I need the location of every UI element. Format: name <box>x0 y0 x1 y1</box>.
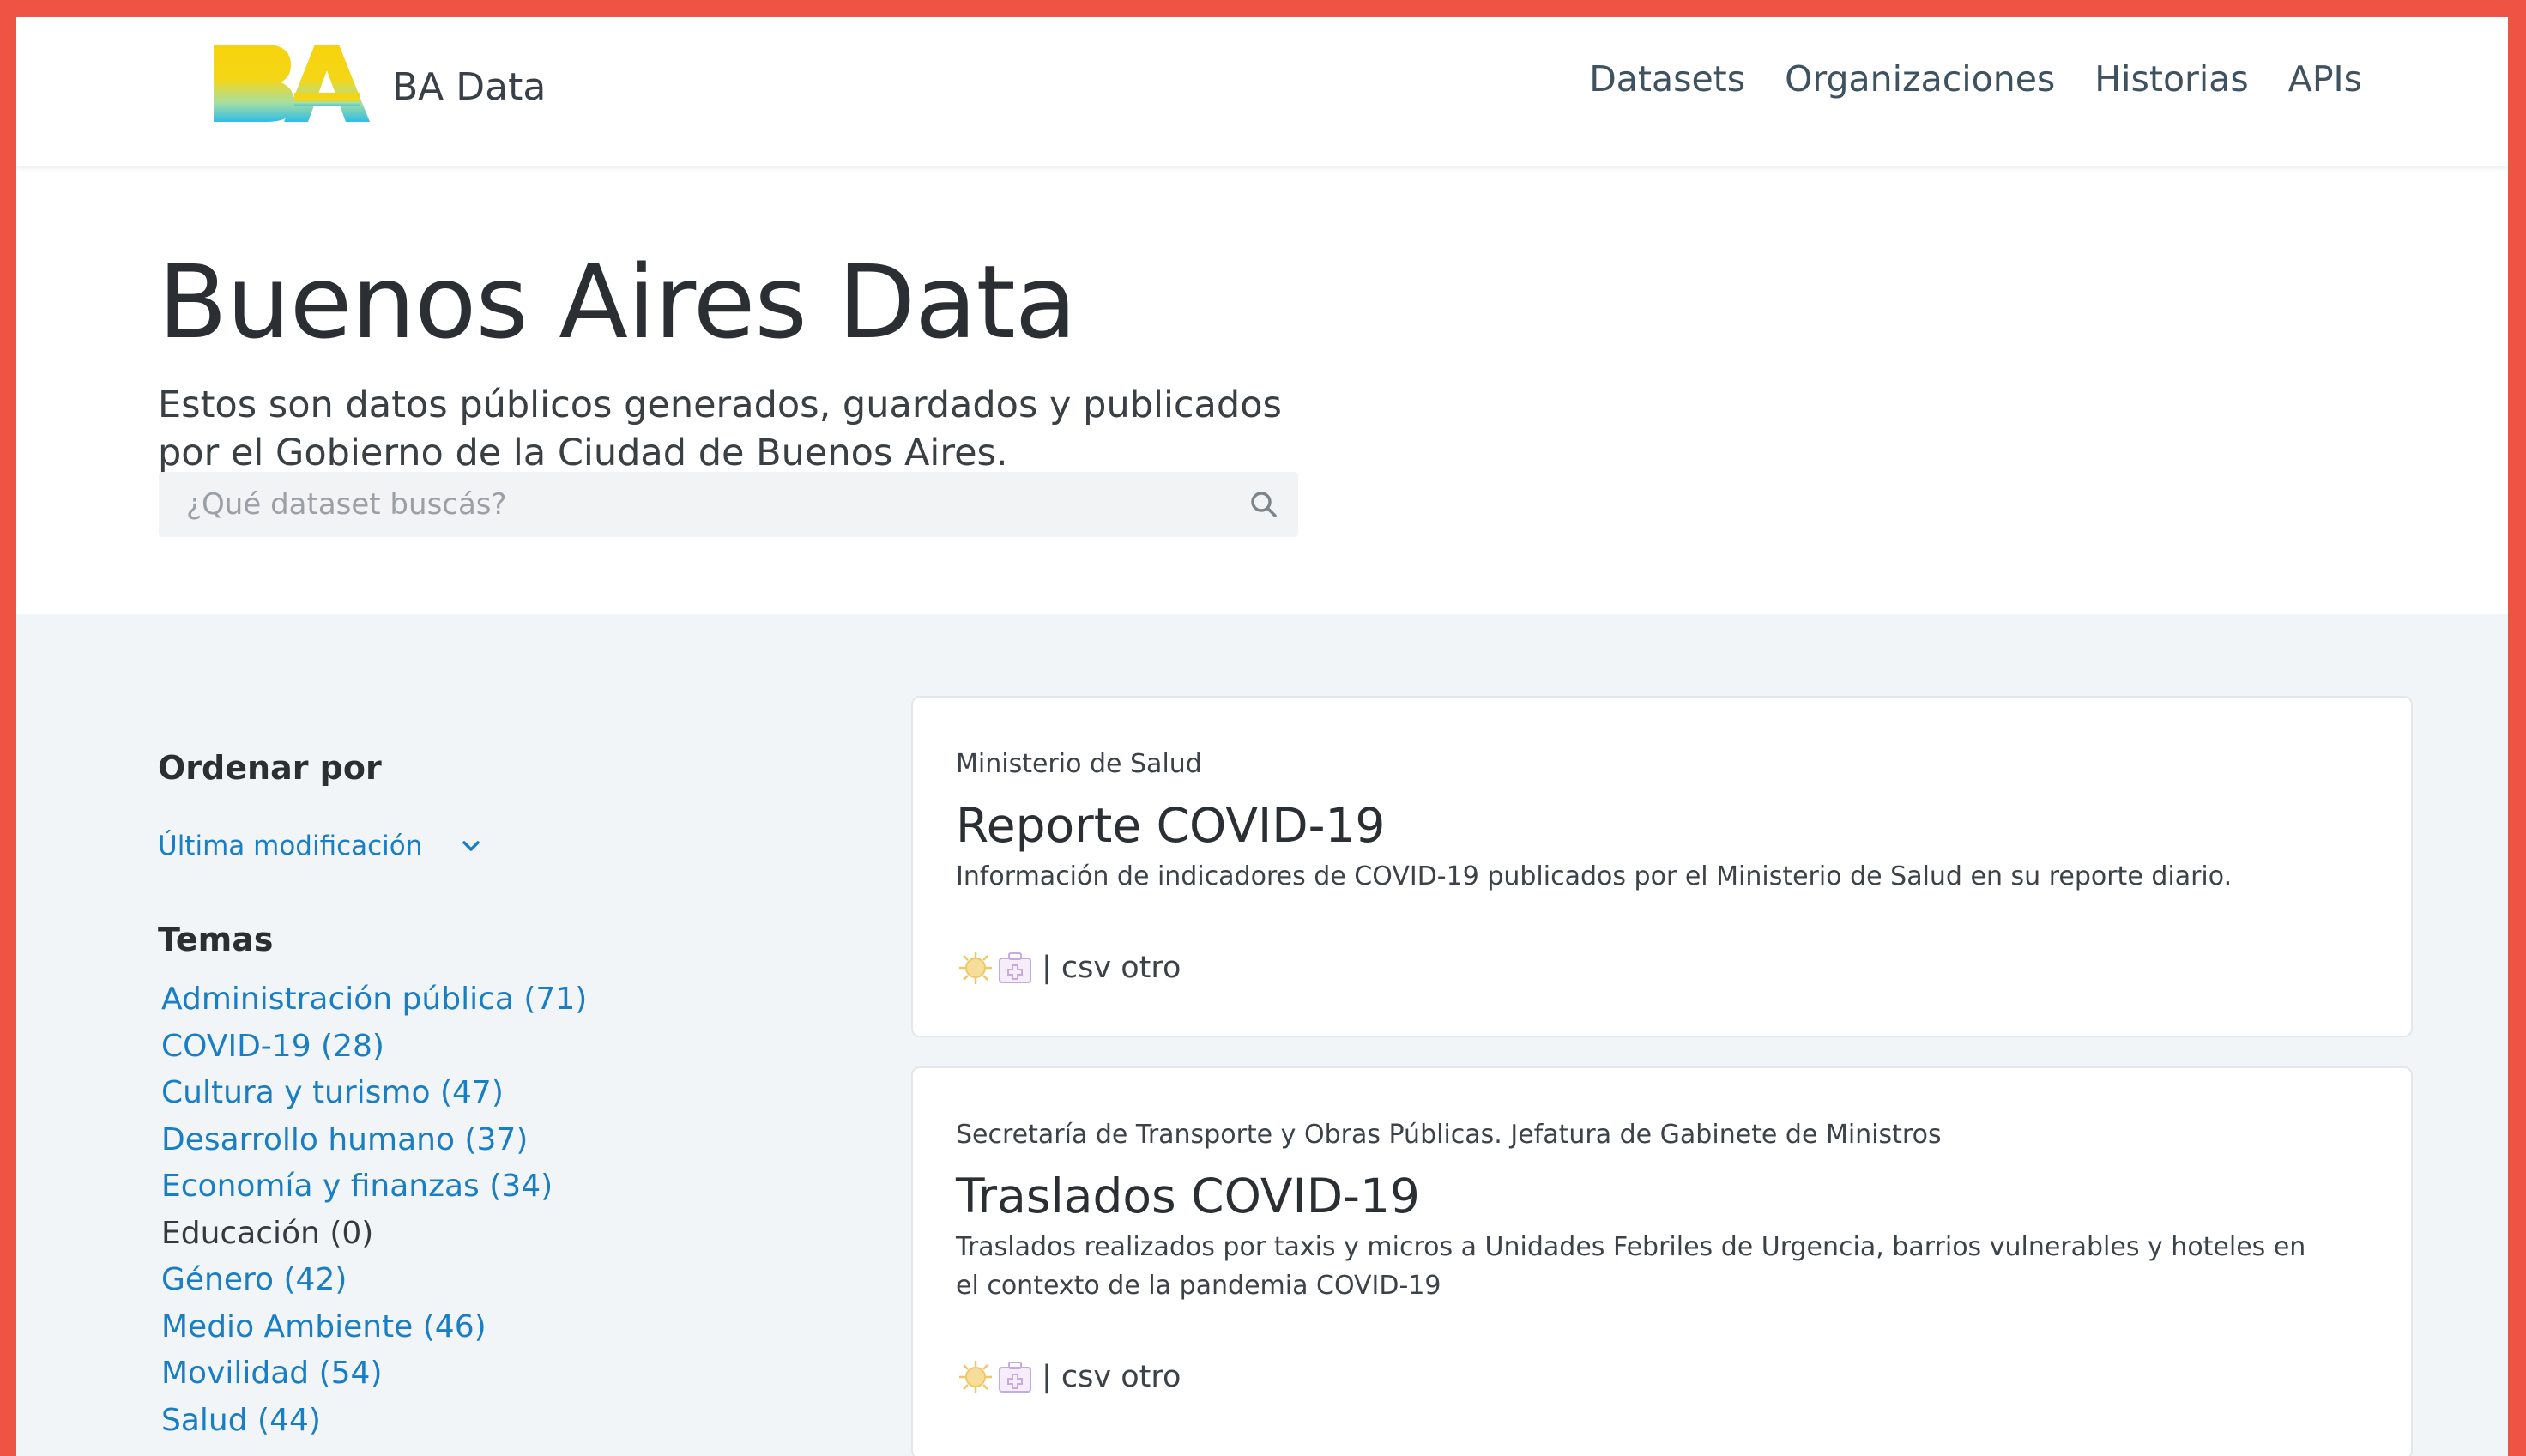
brand-name[interactable]: BA Data <box>392 62 546 113</box>
tema-item: COVID-19 (28) <box>158 1024 810 1071</box>
medical-kit-icon <box>999 952 1031 983</box>
navbar: BA Data Datasets Organizaciones Historia… <box>16 17 2508 166</box>
tema-educacion: Educación (0) <box>161 1215 374 1251</box>
sort-title: Ordenar por <box>158 749 382 787</box>
medical-kit-icon <box>999 1362 1031 1393</box>
tema-link-covid[interactable]: COVID-19 (28) <box>161 1029 384 1064</box>
nav-historias[interactable]: Historias <box>2094 53 2248 105</box>
tema-link-administracion[interactable]: Administración pública (71) <box>161 982 587 1017</box>
dataset-card[interactable]: Secretaría de Transporte y Obras Pública… <box>911 1066 2413 1456</box>
tema-item: Salud (44) <box>158 1398 810 1445</box>
tema-link-cultura[interactable]: Cultura y turismo (47) <box>161 1075 504 1110</box>
search-icon[interactable] <box>1247 487 1281 522</box>
temas-title: Temas <box>158 921 274 958</box>
virus-icon <box>959 1361 992 1393</box>
search-box <box>159 472 1298 537</box>
ba-logo-icon[interactable] <box>212 39 370 127</box>
tema-item: Administración pública (71) <box>158 976 810 1024</box>
dataset-organization: Secretaría de Transporte y Obras Pública… <box>956 1120 1942 1150</box>
tema-item: Medio Ambiente (46) <box>158 1304 810 1351</box>
sort-dropdown[interactable]: Última modificación <box>158 827 810 865</box>
chevron-down-icon <box>462 841 480 851</box>
dataset-description: Traslados realizados por taxis y micros … <box>956 1232 2306 1301</box>
dataset-title[interactable]: Reporte COVID-19 <box>956 795 1385 855</box>
dataset-title[interactable]: Traslados COVID-19 <box>956 1166 1420 1226</box>
virus-icon <box>959 952 992 984</box>
nav-organizaciones[interactable]: Organizaciones <box>1785 53 2055 105</box>
dataset-formats: | csv otro <box>956 1356 1181 1399</box>
tema-link-salud[interactable]: Salud (44) <box>161 1403 321 1438</box>
browser-frame: BA Data Datasets Organizaciones Historia… <box>16 17 2508 1456</box>
search-input[interactable] <box>159 472 1298 537</box>
tema-link-economia[interactable]: Economía y finanzas (34) <box>161 1169 553 1204</box>
dataset-organization: Ministerio de Salud <box>956 749 1202 779</box>
topic-icons <box>956 1357 1035 1397</box>
tema-item: Género (42) <box>158 1257 810 1304</box>
tema-link-genero[interactable]: Género (42) <box>161 1262 347 1297</box>
tema-link-desarrollo[interactable]: Desarrollo humano (37) <box>161 1122 528 1157</box>
nav-apis[interactable]: APIs <box>2288 53 2362 105</box>
tema-item: Cultura y turismo (47) <box>158 1070 810 1117</box>
temas-list: Administración pública (71) COVID-19 (28… <box>158 976 810 1444</box>
tema-link-medio-ambiente[interactable]: Medio Ambiente (46) <box>161 1309 486 1344</box>
page-subtitle: Estos son datos públicos generados, guar… <box>158 384 1282 474</box>
dataset-description: Información de indicadores de COVID-19 p… <box>956 861 2233 891</box>
hero: Buenos Aires Data Estos son datos públic… <box>16 166 2508 614</box>
nav-datasets[interactable]: Datasets <box>1589 53 1745 105</box>
tema-item: Educación (0) <box>158 1211 810 1258</box>
sort-selected-value: Última modificación <box>158 831 423 861</box>
tema-item: Economía y finanzas (34) <box>158 1163 810 1211</box>
dataset-formats: | csv otro <box>956 946 1181 989</box>
format-list: | csv otro <box>1042 1360 1181 1394</box>
topic-icons <box>956 948 1035 988</box>
tema-item: Movilidad (54) <box>158 1350 810 1398</box>
sidebar-filters: Ordenar por Última modificación Temas Ad… <box>158 746 810 1444</box>
tema-item: Desarrollo humano (37) <box>158 1117 810 1164</box>
format-list: | csv otro <box>1042 951 1181 985</box>
tema-link-movilidad[interactable]: Movilidad (54) <box>161 1356 383 1391</box>
page-title: Buenos Aires Data <box>158 243 1077 361</box>
dataset-card[interactable]: Ministerio de Salud Reporte COVID-19 Inf… <box>911 696 2413 1037</box>
main-nav: Datasets Organizaciones Historias APIs <box>1589 53 2362 105</box>
